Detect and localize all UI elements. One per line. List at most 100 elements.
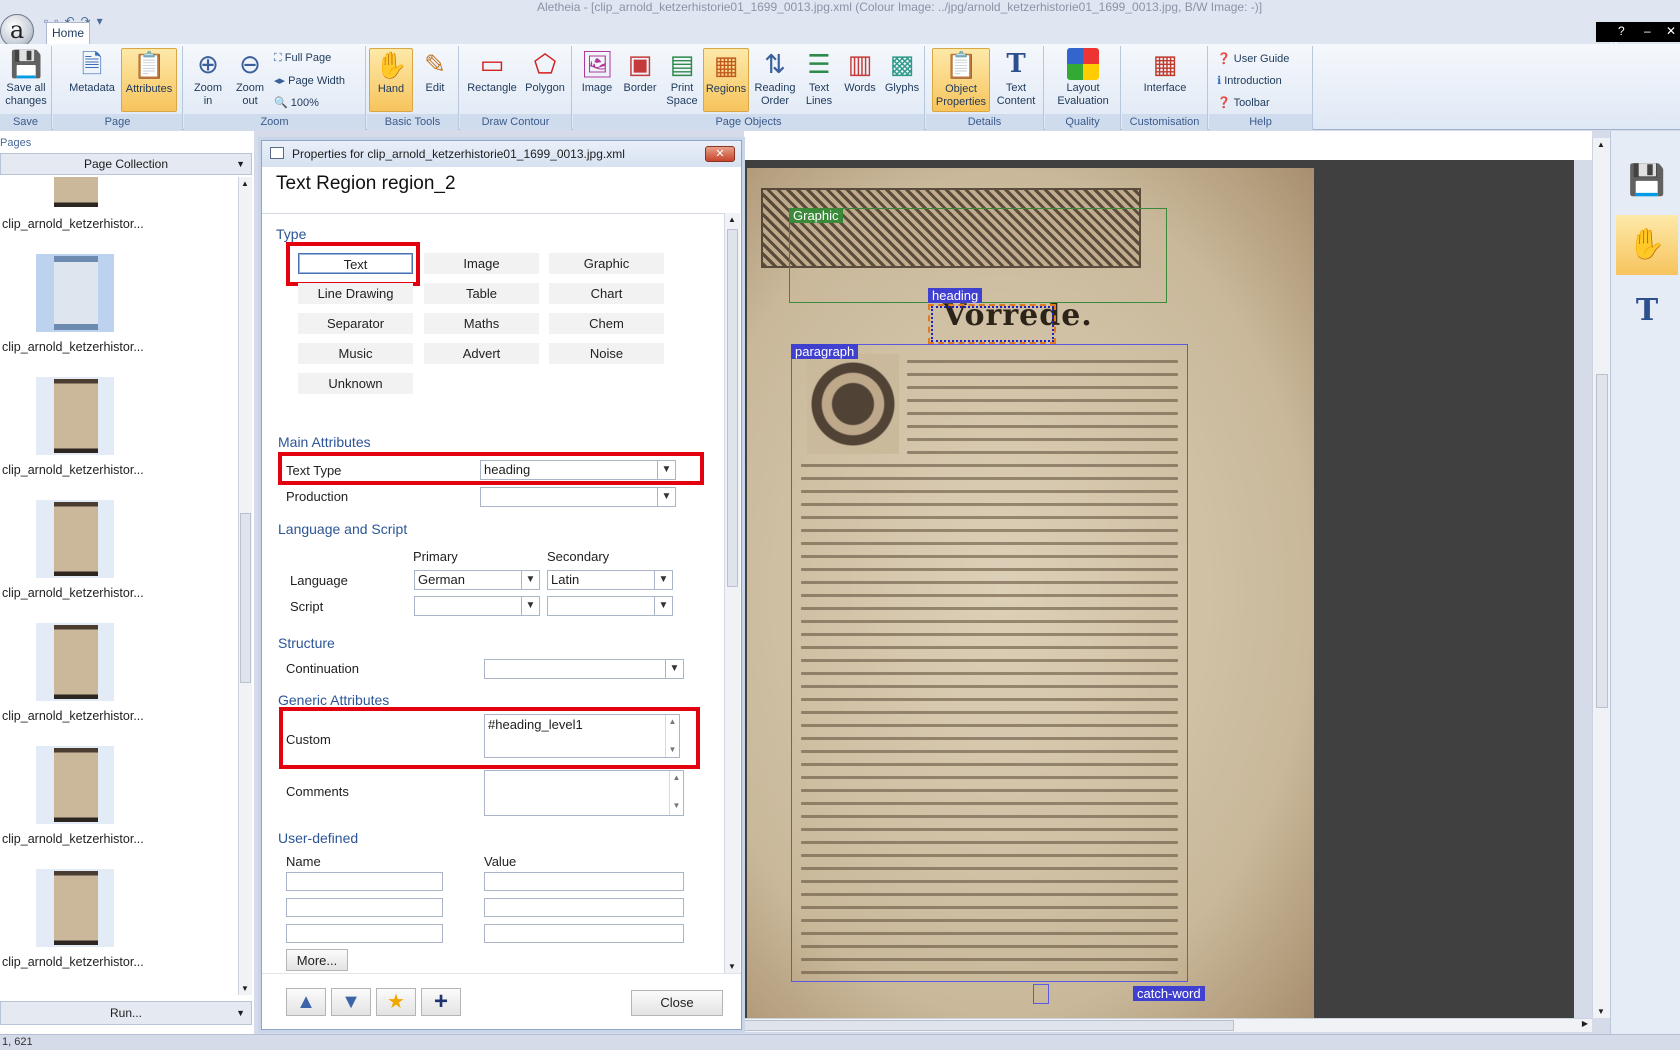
app-menu-button[interactable]: a [0, 14, 34, 48]
type-music-button[interactable]: Music [298, 343, 413, 364]
type-graphic-button[interactable]: Graphic [549, 253, 664, 274]
page-thumbnail[interactable]: clip_arnold_ketzerhistor... [0, 746, 238, 869]
type-text-button[interactable]: Text [298, 253, 413, 274]
user-defined-value-input[interactable] [484, 924, 684, 943]
page-thumbnail[interactable]: clip_arnold_ketzerhistor... [0, 177, 238, 254]
scroll-thumb[interactable] [240, 513, 251, 683]
zoom-100-button[interactable]: 🔍 100% [274, 96, 319, 109]
minimize-icon[interactable]: – [1644, 24, 1651, 38]
type-advert-button[interactable]: Advert [424, 343, 539, 364]
dialog-close-icon[interactable]: ✕ [705, 146, 735, 162]
document-vertical-scrollbar[interactable]: ▲ ▼ [1592, 138, 1610, 1018]
paragraph-region[interactable] [791, 344, 1188, 982]
scroll-down-icon[interactable]: ▼ [1597, 1007, 1605, 1016]
thumbnail-scrollbar[interactable]: ▲ ▼ [238, 177, 252, 995]
text-toolbar-button[interactable]: T [1616, 281, 1678, 341]
help-circle-icon[interactable]: ? [1618, 24, 1625, 38]
add-button[interactable]: + [421, 988, 461, 1016]
words-button[interactable]: ▥ Words [839, 48, 881, 95]
print-space-button[interactable]: ▤ Print Space [661, 48, 703, 108]
user-defined-value-input[interactable] [484, 872, 684, 891]
scroll-down-icon[interactable]: ▼ [241, 984, 249, 993]
zoom-out-button[interactable]: ⊖ Zoom out [230, 48, 270, 108]
object-properties-button[interactable]: 📋 Object Properties [932, 48, 990, 112]
scroll-down-icon[interactable]: ▼ [728, 962, 736, 971]
interface-button[interactable]: ▦ Interface [1130, 48, 1200, 95]
move-down-button[interactable]: ▼ [331, 988, 371, 1016]
type-chem-button[interactable]: Chem [549, 313, 664, 334]
hand-tool-button[interactable]: ✋ Hand [369, 48, 413, 112]
dialog-title-bar[interactable]: Properties for clip_arnold_ketzerhistori… [262, 141, 741, 167]
polygon-button[interactable]: ⬠ Polygon [520, 48, 570, 95]
glyphs-button[interactable]: ▩ Glyphs [881, 48, 923, 95]
reading-order-button[interactable]: ⇅ Reading Order [751, 48, 799, 108]
toolbar-help-button[interactable]: ❓ Toolbar [1217, 96, 1270, 109]
border-button[interactable]: ▣ Border [619, 48, 661, 95]
dialog-scroll-thumb[interactable] [727, 229, 738, 587]
production-dropdown[interactable]: ▼ [480, 487, 676, 507]
hand-toolbar-button[interactable]: ✋ [1616, 215, 1678, 275]
h-scroll-thumb[interactable] [744, 1020, 1234, 1031]
user-defined-name-input[interactable] [286, 898, 443, 917]
type-separator-button[interactable]: Separator [298, 313, 413, 334]
close-button[interactable]: Close [631, 990, 723, 1016]
page-thumbnail[interactable]: clip_arnold_ketzerhistor... [0, 377, 238, 500]
run-dropdown[interactable]: Run... ▼ [0, 1001, 252, 1025]
full-page-button[interactable]: ⛶ Full Page [274, 52, 331, 65]
scroll-up-icon[interactable]: ▲ [1597, 140, 1605, 149]
image-button[interactable]: 🖼 Image [575, 48, 619, 95]
language-secondary-dropdown[interactable]: Latin ▼ [547, 570, 673, 590]
edit-tool-button[interactable]: ✎ Edit [415, 48, 455, 95]
scroll-right-icon[interactable]: ▶ [1582, 1019, 1588, 1028]
script-primary-dropdown[interactable]: ▼ [414, 596, 540, 616]
type-chart-button[interactable]: Chart [549, 283, 664, 304]
zoom-in-button[interactable]: ⊕ Zoom in [188, 48, 228, 108]
user-defined-name-input[interactable] [286, 924, 443, 943]
language-primary-dropdown[interactable]: German ▼ [414, 570, 540, 590]
type-line-drawing-button[interactable]: Line Drawing [298, 283, 413, 304]
scroll-up-icon[interactable]: ▲ [241, 179, 249, 188]
user-defined-value-input[interactable] [484, 898, 684, 917]
more-button[interactable]: More... [286, 949, 348, 971]
tab-home[interactable]: Home [46, 22, 90, 44]
close-icon[interactable]: ✕ [1666, 24, 1676, 38]
type-maths-button[interactable]: Maths [424, 313, 539, 334]
page-thumbnail[interactable]: clip_arnold_ketzerhistor... [0, 869, 238, 992]
type-table-button[interactable]: Table [424, 283, 539, 304]
text-content-button[interactable]: T Text Content [992, 48, 1040, 108]
text-type-dropdown[interactable]: heading ▼ [480, 460, 676, 480]
introduction-button[interactable]: ℹ Introduction [1217, 74, 1282, 87]
continuation-dropdown[interactable]: ▼ [484, 659, 684, 679]
scroll-arrows-icon[interactable]: ▲ ▼ [669, 771, 683, 815]
metadata-button[interactable]: 🗎 Metadata [67, 48, 117, 95]
regions-button[interactable]: ▦ Regions [703, 48, 749, 112]
page-thumbnail[interactable]: clip_arnold_ketzerhistor... [0, 623, 238, 746]
save-all-button[interactable]: 💾 Save all changes [2, 48, 50, 108]
dialog-scrollbar[interactable]: ▲ ▼ [724, 213, 740, 973]
attributes-button[interactable]: 📋 Attributes [121, 48, 177, 112]
favourite-button[interactable]: ★ [376, 988, 416, 1016]
document-view[interactable]: Vorrede. Graphic heading paragraph catch… [744, 160, 1574, 1018]
user-defined-name-input[interactable] [286, 872, 443, 891]
page-thumbnail-selected[interactable]: clip_arnold_ketzerhistor... [0, 254, 238, 377]
page-width-button[interactable]: ◂▸ Page Width [274, 74, 345, 87]
rectangle-button[interactable]: ▭ Rectangle [464, 48, 520, 95]
save-toolbar-button[interactable]: 💾 [1616, 151, 1678, 211]
page-thumbnail[interactable]: clip_arnold_ketzerhistor... [0, 500, 238, 623]
page-image[interactable]: Vorrede. Graphic heading paragraph catch… [747, 168, 1314, 1018]
move-up-button[interactable]: ▲ [286, 988, 326, 1016]
scroll-arrows-icon[interactable]: ▲ ▼ [665, 715, 679, 757]
script-secondary-dropdown[interactable]: ▼ [547, 596, 673, 616]
v-scroll-thumb[interactable] [1596, 374, 1608, 708]
page-number-region[interactable] [1033, 984, 1049, 1004]
type-noise-button[interactable]: Noise [549, 343, 664, 364]
window-controls[interactable]: ? – ✕ [1596, 22, 1680, 42]
type-unknown-button[interactable]: Unknown [298, 373, 413, 394]
document-horizontal-scrollbar[interactable]: ◀ ▶ [744, 1018, 1592, 1032]
thumbnail-list[interactable]: clip_arnold_ketzerhistor... clip_arnold_… [0, 177, 238, 995]
panel-splitter[interactable] [254, 131, 261, 1034]
scroll-up-icon[interactable]: ▲ [728, 215, 736, 224]
page-collection-dropdown[interactable]: Page Collection ▼ [0, 153, 252, 175]
type-image-button[interactable]: Image [424, 253, 539, 274]
custom-textarea[interactable]: #heading_level1 ▲ ▼ [484, 714, 680, 758]
